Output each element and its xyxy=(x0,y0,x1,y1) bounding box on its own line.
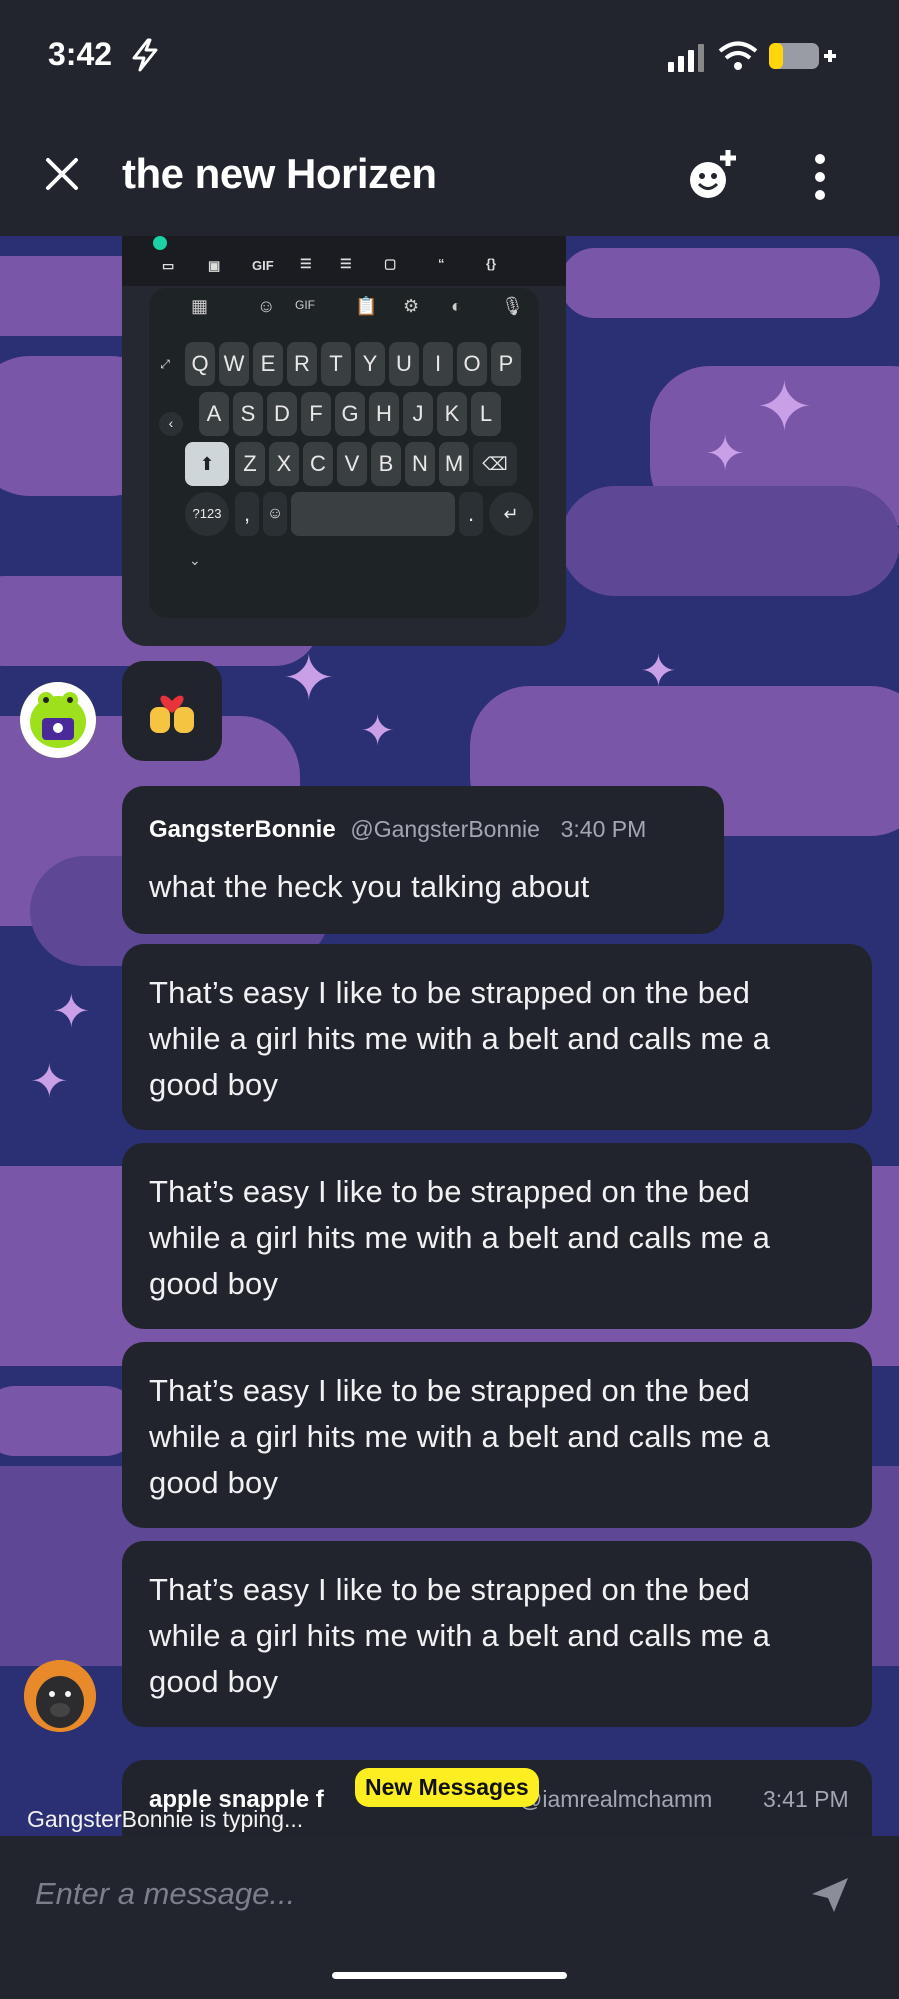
image-toolbar: ▭ ▣ GIF ☰ ☰ ▢ “ {} xyxy=(122,236,566,286)
message-handle: @iamrealmchamm xyxy=(519,1786,713,1812)
message-header: GangsterBonnie @GangsterBonnie 3:40 PM xyxy=(149,816,646,844)
shift-icon: ⬆ xyxy=(185,442,229,486)
message-line: while a girl hits me with a belt and cal… xyxy=(149,1419,771,1454)
backspace-icon: ⌫ xyxy=(473,442,517,486)
emoji-message[interactable] xyxy=(122,661,222,761)
message-line: while a girl hits me with a belt and cal… xyxy=(149,1021,771,1056)
key-a: A xyxy=(199,392,229,436)
message-author[interactable]: GangsterBonnie xyxy=(149,816,336,843)
key-b: B xyxy=(371,442,401,486)
key-n: N xyxy=(405,442,435,486)
message-line: good boy xyxy=(149,1266,279,1301)
enter-icon: ↵ xyxy=(489,492,533,536)
key-d: D xyxy=(267,392,297,436)
key-u: U xyxy=(389,342,419,386)
key-m: M xyxy=(439,442,469,486)
key-g: G xyxy=(335,392,365,436)
sticker-icon: ☺ xyxy=(257,296,276,316)
avatar[interactable] xyxy=(24,1660,96,1732)
mic-icon: 🎙 xyxy=(501,296,524,316)
composer: Enter a message... xyxy=(0,1836,899,1999)
resize-icon: ⤢ xyxy=(160,357,170,371)
send-icon[interactable] xyxy=(810,1874,850,1914)
key-comma: , xyxy=(235,492,259,536)
key-i: I xyxy=(423,342,453,386)
more-icon[interactable] xyxy=(806,152,834,202)
key-e: E xyxy=(253,342,283,386)
message-time: 3:41 PM xyxy=(763,1786,849,1812)
message-bubble[interactable]: That’s easy I like to be strapped on the… xyxy=(122,1143,872,1329)
key-f: F xyxy=(301,392,331,436)
gorilla-avatar-icon xyxy=(24,1660,96,1732)
wifi-icon xyxy=(718,41,758,70)
message-line: good boy xyxy=(149,1664,279,1699)
key-p: P xyxy=(491,342,521,386)
channel-title: the new Horizen xyxy=(122,150,437,197)
message-line: while a girl hits me with a belt and cal… xyxy=(149,1618,771,1653)
apps-icon: ▦ xyxy=(191,296,209,316)
flash-icon xyxy=(132,38,158,72)
gif-icon: GIF xyxy=(295,298,315,312)
signal-icon xyxy=(668,44,704,72)
key-x: X xyxy=(269,442,299,486)
key-w: W xyxy=(219,342,249,386)
message-bubble[interactable]: That’s easy I like to be strapped on the… xyxy=(122,944,872,1130)
message-line: while a girl hits me with a belt and cal… xyxy=(149,1220,771,1255)
key-z: Z xyxy=(235,442,265,486)
key-c: C xyxy=(303,442,333,486)
close-icon[interactable] xyxy=(38,150,86,198)
kiss-emoji-icon xyxy=(150,695,194,733)
message-line: That’s easy I like to be strapped on the… xyxy=(149,975,751,1010)
battery-icon xyxy=(769,43,836,69)
frog-avatar-icon xyxy=(20,682,96,758)
key-h: H xyxy=(369,392,399,436)
message-line: That’s easy I like to be strapped on the… xyxy=(149,1572,751,1607)
message-line: That’s easy I like to be strapped on the… xyxy=(149,1174,751,1209)
home-indicator xyxy=(332,1972,567,1979)
avatar[interactable] xyxy=(20,682,96,758)
key-k: K xyxy=(437,392,467,436)
key-l: L xyxy=(471,392,501,436)
status-time: 3:42 xyxy=(48,36,113,72)
add-emoji-icon[interactable] xyxy=(684,146,744,206)
key-period: . xyxy=(459,492,483,536)
keyboard-screenshot: ▦ ☺ GIF 📋 ⚙ ◐ 🎙 ⤢ Q W E R T Y U I O P ‹ … xyxy=(149,288,539,618)
key-s: S xyxy=(233,392,263,436)
key-y: Y xyxy=(355,342,385,386)
typing-indicator: GangsterBonnie is typing... xyxy=(27,1806,304,1832)
chevron-down-icon: ⌄ xyxy=(189,552,201,568)
chevron-left-icon: ‹ xyxy=(159,412,183,436)
message-line: That’s easy I like to be strapped on the… xyxy=(149,1373,751,1408)
message-text: what the heck you talking about xyxy=(149,869,590,904)
key-q: Q xyxy=(185,342,215,386)
key-v: V xyxy=(337,442,367,486)
status-bar: 3:42 xyxy=(0,0,899,110)
key-r: R xyxy=(287,342,317,386)
new-messages-button[interactable]: New Messages xyxy=(355,1768,539,1807)
message-bubble[interactable]: That’s easy I like to be strapped on the… xyxy=(122,1541,872,1727)
space-key xyxy=(291,492,455,536)
message-line: good boy xyxy=(149,1465,279,1500)
message-handle: @GangsterBonnie xyxy=(350,816,540,842)
shared-image[interactable]: ▭ ▣ GIF ☰ ☰ ▢ “ {} ▦ ☺ GIF 📋 ⚙ ◐ 🎙 ⤢ Q W… xyxy=(122,236,566,646)
channel-header: the new Horizen xyxy=(0,110,899,236)
message-bubble[interactable]: GangsterBonnie @GangsterBonnie 3:40 PM w… xyxy=(122,786,724,934)
emoji-key-icon: ☺ xyxy=(263,492,287,536)
palette-icon: ◐ xyxy=(451,296,462,316)
message-bubble[interactable]: That’s easy I like to be strapped on the… xyxy=(122,1342,872,1528)
message-time: 3:40 PM xyxy=(560,816,647,842)
key-o: O xyxy=(457,342,487,386)
message-input[interactable]: Enter a message... xyxy=(35,1876,295,1912)
gear-icon: ⚙ xyxy=(403,296,420,316)
key-j: J xyxy=(403,392,433,436)
gif-label: GIF xyxy=(252,258,274,273)
clipboard-icon: 📋 xyxy=(355,296,378,316)
symbols-key: ?123 xyxy=(185,492,229,536)
message-line: good boy xyxy=(149,1067,279,1102)
key-t: T xyxy=(321,342,351,386)
